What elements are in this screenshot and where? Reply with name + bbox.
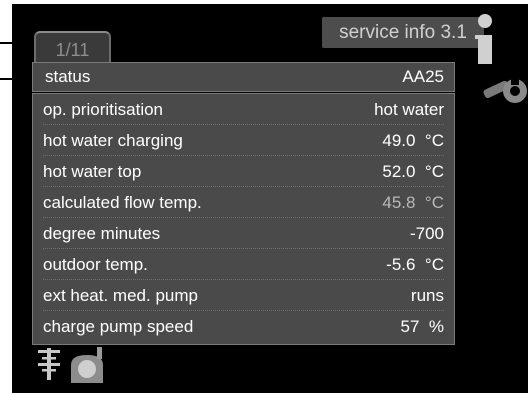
display-screen: service info 3.1 1/11 status AA25 op. pr… <box>12 4 528 393</box>
row-value: hot water <box>374 100 444 119</box>
status-value: AA25 <box>402 67 444 86</box>
row-label: charge pump speed <box>43 317 194 336</box>
screen-edge-tick <box>0 78 12 80</box>
row-value: runs <box>410 286 444 305</box>
row-label: hot water charging <box>43 131 183 150</box>
row-label: outdoor temp. <box>43 255 148 274</box>
info-row-charge-pump-speed: charge pump speed 57 % <box>43 313 444 341</box>
hot-water-icon <box>71 347 103 383</box>
row-value: -5.6 °C <box>386 255 444 274</box>
screen-edge-tick <box>0 42 12 44</box>
row-value: 57 % <box>400 317 444 336</box>
row-value: 49.0 °C <box>382 131 444 150</box>
wrench-icon[interactable] <box>481 74 528 108</box>
row-value: -700 <box>409 224 444 243</box>
info-row-hot-water-charging: hot water charging 49.0 °C <box>43 127 444 156</box>
info-row-degree-minutes: degree minutes -700 <box>43 220 444 249</box>
page-indicator-tab[interactable]: 1/11 <box>34 31 111 65</box>
service-info-list: op. prioritisation hot water hot water c… <box>32 93 455 345</box>
row-label: degree minutes <box>43 224 161 243</box>
page-title: service info 3.1 <box>322 17 484 48</box>
info-row-hot-water-top: hot water top 52.0 °C <box>43 158 444 187</box>
info-row-calculated-flow-temp: calculated flow temp. 45.8 °C <box>43 189 444 218</box>
row-value: 52.0 °C <box>382 162 444 181</box>
heating-icon <box>38 348 60 380</box>
info-icon[interactable] <box>471 12 499 67</box>
row-label: ext heat. med. pump <box>43 286 198 305</box>
info-row-op-prioritisation: op. prioritisation hot water <box>43 96 444 125</box>
row-label: op. prioritisation <box>43 100 164 119</box>
info-row-ext-heat-med-pump: ext heat. med. pump runs <box>43 282 444 311</box>
row-label: hot water top <box>43 162 142 181</box>
status-row: status AA25 <box>32 62 455 92</box>
row-value: 45.8 °C <box>382 193 444 212</box>
info-row-outdoor-temp: outdoor temp. -5.6 °C <box>43 251 444 280</box>
status-label: status <box>45 67 91 86</box>
row-label: calculated flow temp. <box>43 193 202 212</box>
